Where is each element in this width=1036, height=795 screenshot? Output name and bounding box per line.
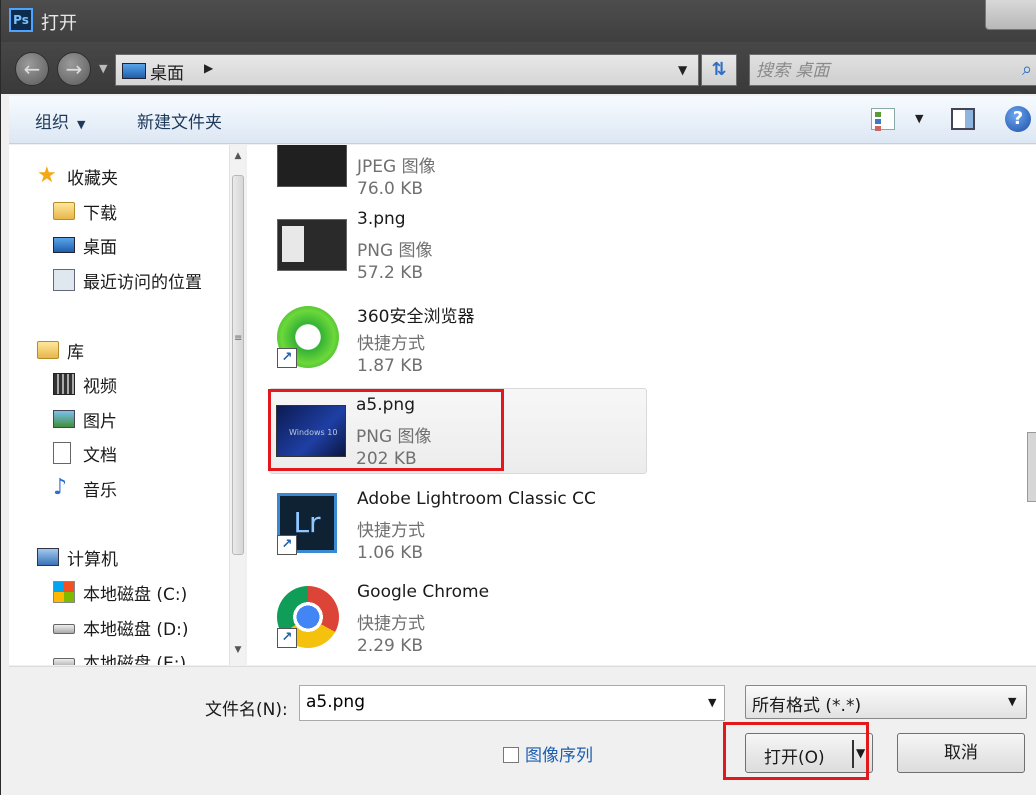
breadcrumb-arrow-icon[interactable]: ▶ (204, 61, 213, 75)
shortcut-arrow-icon: ↗ (277, 535, 297, 555)
desktop-icon (53, 237, 75, 253)
navigation-pane: ★ 收藏夹 下载 桌面 最近访问的位置 库 视频 图片 文档 ♪ 音乐 计算机 … (9, 145, 245, 665)
search-input[interactable] (756, 59, 1016, 83)
file-type: 快捷方式 (357, 521, 425, 541)
file-type: 快捷方式 (357, 614, 425, 634)
address-location[interactable]: 桌面 (150, 59, 184, 84)
hard-drive-icon (53, 658, 75, 665)
file-name: Adobe Lightroom Classic CC (357, 489, 596, 509)
scroll-grip-icon: ≡ (234, 333, 243, 344)
pictures-icon (53, 410, 75, 428)
open-dialog: Ps 打开 ← → ▼ 桌面 ▶ ▼ ⇅ ⌕ 组织 ▼ 新建文件夹 ▼ ? ★ 收… (0, 0, 1036, 795)
file-thumbnail (277, 219, 347, 271)
file-size: 2.29 KB (357, 636, 424, 656)
file-list-scrollbar[interactable] (1027, 432, 1036, 502)
address-row: ← → ▼ 桌面 ▶ ▼ ⇅ ⌕ (1, 42, 1036, 94)
filetype-select[interactable]: 所有格式 (*.*) ▼ (745, 685, 1027, 719)
help-icon[interactable]: ? (1005, 106, 1031, 132)
nav-scrollbar-thumb[interactable] (232, 175, 244, 555)
address-dropdown[interactable]: ▼ (678, 63, 687, 77)
image-sequence-label[interactable]: 图像序列 (525, 741, 593, 766)
organize-button[interactable]: 组织 ▼ (35, 108, 85, 133)
file-name: Google Chrome (357, 582, 490, 602)
search-box[interactable]: ⌕ (749, 54, 1036, 86)
file-thumbnail (277, 145, 347, 187)
library-icon (37, 341, 59, 359)
forward-button[interactable]: → (57, 52, 91, 86)
file-item[interactable]: 3.png PNG 图像 57.2 KB (271, 203, 647, 293)
file-size: 57.2 KB (357, 263, 424, 283)
filename-combobox[interactable]: ▼ (299, 685, 725, 721)
title-bar: Ps 打开 (1, 0, 1036, 42)
shortcut-arrow-icon: ↗ (277, 628, 297, 648)
star-icon: ★ (37, 163, 57, 188)
downloads-folder-icon (53, 202, 75, 220)
nav-scrollbar[interactable]: ▲ ≡ ▼ (229, 145, 245, 665)
scroll-down-icon[interactable]: ▼ (230, 645, 245, 665)
organize-label: 组织 (35, 113, 69, 133)
photoshop-icon: Ps (9, 8, 33, 32)
filename-label: 文件名(N): (205, 700, 288, 720)
filetype-dropdown-icon: ▼ (1008, 695, 1017, 708)
file-type: PNG 图像 (357, 241, 433, 261)
hard-drive-icon (53, 624, 75, 634)
window-title: 打开 (41, 13, 77, 34)
back-button[interactable]: ← (15, 52, 49, 86)
change-view-icon[interactable] (871, 108, 895, 130)
file-item[interactable]: ↗ 360安全浏览器 快捷方式 1.87 KB (271, 296, 647, 386)
file-item[interactable]: Lr ↗ Adobe Lightroom Classic CC 快捷方式 1.0… (271, 483, 647, 573)
organize-dropdown-icon: ▼ (77, 118, 86, 131)
computer-icon (37, 548, 59, 566)
command-bar: 组织 ▼ 新建文件夹 ▼ ? (9, 96, 1036, 144)
file-item[interactable]: ↗ Google Chrome 快捷方式 2.29 KB (271, 576, 647, 665)
file-size: 1.06 KB (357, 543, 424, 563)
video-icon (53, 373, 75, 395)
file-name: 360安全浏览器 (357, 307, 475, 327)
highlight-box-open-button (723, 722, 869, 780)
file-type: JPEG 图像 (357, 157, 436, 177)
close-button[interactable] (985, 0, 1036, 30)
filename-input[interactable] (306, 692, 686, 712)
file-size: 1.87 KB (357, 356, 424, 376)
filename-dropdown-icon[interactable]: ▼ (708, 696, 716, 709)
recent-locations-dropdown[interactable]: ▼ (99, 62, 107, 75)
desktop-icon (122, 63, 146, 79)
dialog-footer: 文件名(N): ▼ 所有格式 (*.*) ▼ 图像序列 打开(O) ▼ 取消 (9, 666, 1036, 795)
image-sequence-checkbox[interactable] (503, 747, 519, 763)
system-drive-icon (53, 581, 75, 603)
highlight-box-selected-file (268, 389, 504, 471)
file-item[interactable]: JPEG 图像 76.0 KB (271, 145, 647, 209)
file-size: 76.0 KB (357, 179, 424, 199)
address-bar[interactable]: 桌面 ▶ ▼ (115, 54, 699, 86)
preview-pane-icon[interactable] (951, 108, 975, 130)
music-note-icon: ♪ (53, 475, 68, 500)
scroll-up-icon[interactable]: ▲ (230, 151, 245, 171)
file-name: 3.png (357, 209, 406, 229)
new-folder-button[interactable]: 新建文件夹 (137, 108, 222, 133)
cancel-button[interactable]: 取消 (897, 733, 1025, 773)
filetype-value: 所有格式 (*.*) (752, 696, 862, 716)
file-type: 快捷方式 (357, 334, 425, 354)
document-icon (53, 442, 71, 464)
search-icon[interactable]: ⌕ (1022, 59, 1032, 80)
view-options-dropdown[interactable]: ▼ (915, 112, 923, 125)
recent-places-icon (53, 269, 75, 291)
shortcut-arrow-icon: ↗ (277, 348, 297, 368)
refresh-button[interactable]: ⇅ (701, 54, 737, 86)
